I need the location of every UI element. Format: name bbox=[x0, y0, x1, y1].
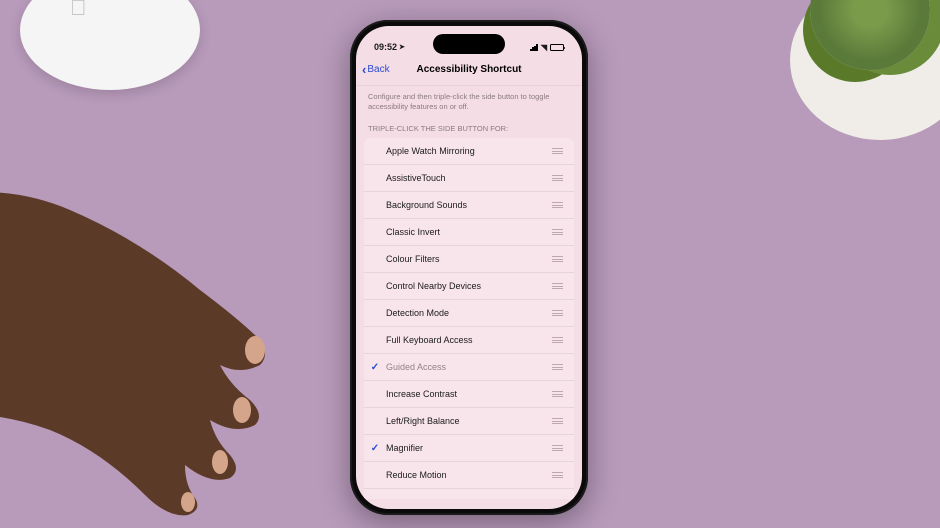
item-label: Full Keyboard Access bbox=[386, 335, 552, 345]
checkmark-icon: ✓ bbox=[364, 362, 386, 373]
drag-handle-icon[interactable] bbox=[552, 202, 566, 208]
item-label: Colour Filters bbox=[386, 254, 552, 264]
list-item[interactable]: ✓Guided Access bbox=[364, 354, 574, 381]
list-item[interactable]: Classic Invert bbox=[364, 219, 574, 246]
drag-handle-icon[interactable] bbox=[552, 445, 566, 451]
apple-logo-icon:  bbox=[70, 0, 87, 21]
location-icon: ➤ bbox=[399, 43, 405, 51]
item-label: Increase Contrast bbox=[386, 389, 552, 399]
drag-handle-icon[interactable] bbox=[552, 229, 566, 235]
item-label: Reduce Motion bbox=[386, 470, 552, 480]
item-label: Apple Watch Mirroring bbox=[386, 146, 552, 156]
drag-handle-icon[interactable] bbox=[552, 256, 566, 262]
mouse-prop:  bbox=[20, 0, 200, 90]
item-label: Reduce Transparency bbox=[386, 498, 552, 499]
dynamic-island bbox=[433, 34, 505, 54]
list-item[interactable]: Colour Filters bbox=[364, 246, 574, 273]
scroll-content[interactable]: Configure and then triple-click the side… bbox=[356, 86, 582, 499]
status-icons-group: ◥ bbox=[530, 43, 564, 52]
item-label: Classic Invert bbox=[386, 227, 552, 237]
list-item[interactable]: Reduce Motion bbox=[364, 462, 574, 489]
drag-handle-icon[interactable] bbox=[552, 310, 566, 316]
item-label: Control Nearby Devices bbox=[386, 281, 552, 291]
drag-handle-icon[interactable] bbox=[552, 175, 566, 181]
list-item[interactable]: ✓Magnifier bbox=[364, 435, 574, 462]
list-item[interactable]: AssistiveTouch bbox=[364, 165, 574, 192]
wifi-icon: ◥ bbox=[541, 43, 547, 52]
cellular-icon bbox=[530, 44, 538, 51]
iphone-device: 09:52 ➤ ◥ ‹ Back Accessibility Shortcut … bbox=[350, 20, 588, 515]
drag-handle-icon[interactable] bbox=[552, 472, 566, 478]
item-label: Magnifier bbox=[386, 443, 552, 453]
item-label: Background Sounds bbox=[386, 200, 552, 210]
item-label: Detection Mode bbox=[386, 308, 552, 318]
item-label: Left/Right Balance bbox=[386, 416, 552, 426]
list-item[interactable]: Increase Contrast bbox=[364, 381, 574, 408]
status-time-group: 09:52 ➤ bbox=[374, 42, 405, 52]
list-item[interactable]: Left/Right Balance bbox=[364, 408, 574, 435]
list-item[interactable]: Reduce Transparency bbox=[364, 489, 574, 499]
drag-handle-icon[interactable] bbox=[552, 283, 566, 289]
drag-handle-icon[interactable] bbox=[552, 418, 566, 424]
chevron-left-icon: ‹ bbox=[362, 62, 366, 77]
phone-screen: 09:52 ➤ ◥ ‹ Back Accessibility Shortcut … bbox=[356, 26, 582, 509]
status-time: 09:52 bbox=[374, 42, 397, 52]
drag-handle-icon[interactable] bbox=[552, 148, 566, 154]
list-item[interactable]: Full Keyboard Access bbox=[364, 327, 574, 354]
back-button[interactable]: ‹ Back bbox=[362, 62, 390, 77]
list-item[interactable]: Detection Mode bbox=[364, 300, 574, 327]
plant-prop bbox=[790, 0, 940, 140]
item-label: AssistiveTouch bbox=[386, 173, 552, 183]
section-description: Configure and then triple-click the side… bbox=[356, 86, 582, 122]
item-label: Guided Access bbox=[386, 362, 552, 372]
drag-handle-icon[interactable] bbox=[552, 364, 566, 370]
drag-handle-icon[interactable] bbox=[552, 337, 566, 343]
navigation-bar: ‹ Back Accessibility Shortcut bbox=[356, 58, 582, 86]
list-item[interactable]: Apple Watch Mirroring bbox=[364, 138, 574, 165]
list-item[interactable]: Background Sounds bbox=[364, 192, 574, 219]
hand-prop bbox=[0, 140, 320, 520]
checkmark-icon: ✓ bbox=[364, 443, 386, 454]
section-header: TRIPLE-CLICK THE SIDE BUTTON FOR: bbox=[356, 122, 582, 138]
battery-icon bbox=[550, 44, 564, 51]
shortcut-list: Apple Watch Mirroring AssistiveTouch Backg… bbox=[364, 138, 574, 499]
back-label: Back bbox=[367, 64, 389, 75]
drag-handle-icon[interactable] bbox=[552, 391, 566, 397]
list-item[interactable]: Control Nearby Devices bbox=[364, 273, 574, 300]
page-title: Accessibility Shortcut bbox=[416, 64, 521, 75]
